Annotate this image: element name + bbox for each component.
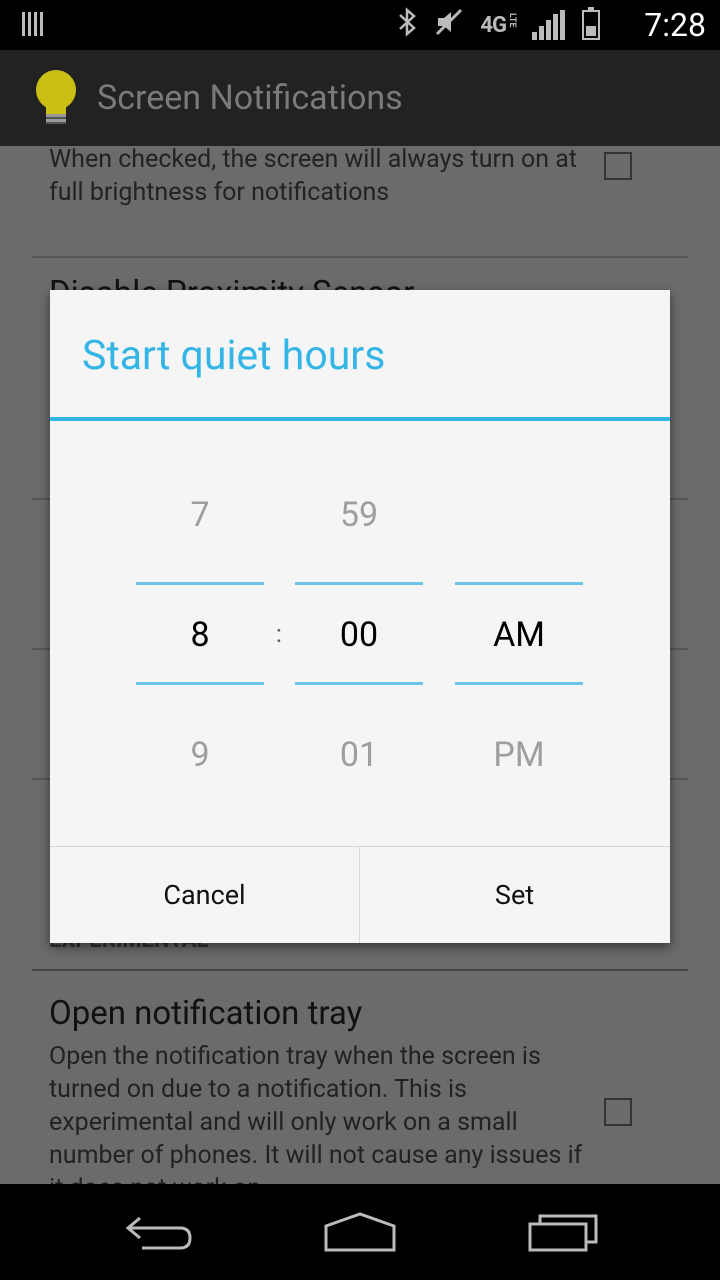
- hour-top-line: [136, 582, 264, 585]
- network-type: 4G LTE: [480, 12, 517, 38]
- hour-next[interactable]: 9: [136, 735, 264, 775]
- clock: 7:28: [644, 6, 706, 44]
- minute-bottom-line: [295, 682, 423, 685]
- hour-current[interactable]: 8: [136, 615, 264, 655]
- status-bar: 4G LTE 7:28: [0, 0, 720, 50]
- minute-picker[interactable]: 59 00 01: [295, 290, 423, 846]
- pref-full-brightness-summary: When checked, the screen will always tur…: [49, 146, 577, 207]
- minute-prev[interactable]: 59: [295, 495, 423, 535]
- ampm-top-line: [455, 582, 583, 585]
- ampm-picker[interactable]: AM PM: [455, 290, 583, 846]
- recent-apps-icon[interactable]: [522, 1208, 602, 1256]
- signal-bars-icon: [22, 10, 50, 38]
- minute-top-line: [295, 582, 423, 585]
- hour-bottom-line: [136, 682, 264, 685]
- ampm-current[interactable]: AM: [455, 615, 583, 655]
- pref-full-brightness-checkbox[interactable]: [604, 152, 632, 180]
- mute-icon: [434, 7, 464, 44]
- minute-current[interactable]: 00: [295, 615, 423, 655]
- hour-picker[interactable]: 7 8 9: [136, 290, 264, 846]
- light-bulb-icon: [36, 70, 76, 126]
- divider: [32, 969, 688, 971]
- navigation-bar: [0, 1184, 720, 1280]
- status-icons: 4G LTE: [396, 6, 600, 40]
- divider: [32, 256, 688, 258]
- pref-open-tray-summary: Open the notification tray when the scre…: [49, 1042, 583, 1184]
- cancel-button[interactable]: Cancel: [50, 847, 359, 943]
- ampm-bottom-line: [455, 682, 583, 685]
- signal-strength-icon: [532, 10, 566, 40]
- bluetooth-icon: [396, 6, 418, 44]
- hour-prev[interactable]: 7: [136, 495, 264, 535]
- minute-next[interactable]: 01: [295, 735, 423, 775]
- app-title: Screen Notifications: [97, 78, 403, 118]
- ampm-next[interactable]: PM: [455, 735, 583, 775]
- back-icon[interactable]: [120, 1208, 200, 1256]
- battery-icon: [582, 7, 600, 40]
- time-picker-dialog: Start quiet hours 7 8 9 : 59 00 01 AM PM…: [50, 290, 670, 943]
- time-separator: :: [276, 620, 282, 648]
- pref-open-tray-checkbox[interactable]: [604, 1098, 632, 1126]
- home-icon[interactable]: [320, 1208, 400, 1256]
- action-bar: Screen Notifications: [0, 50, 720, 146]
- pref-open-tray-title[interactable]: Open notification tray: [49, 994, 362, 1033]
- set-button[interactable]: Set: [360, 847, 669, 943]
